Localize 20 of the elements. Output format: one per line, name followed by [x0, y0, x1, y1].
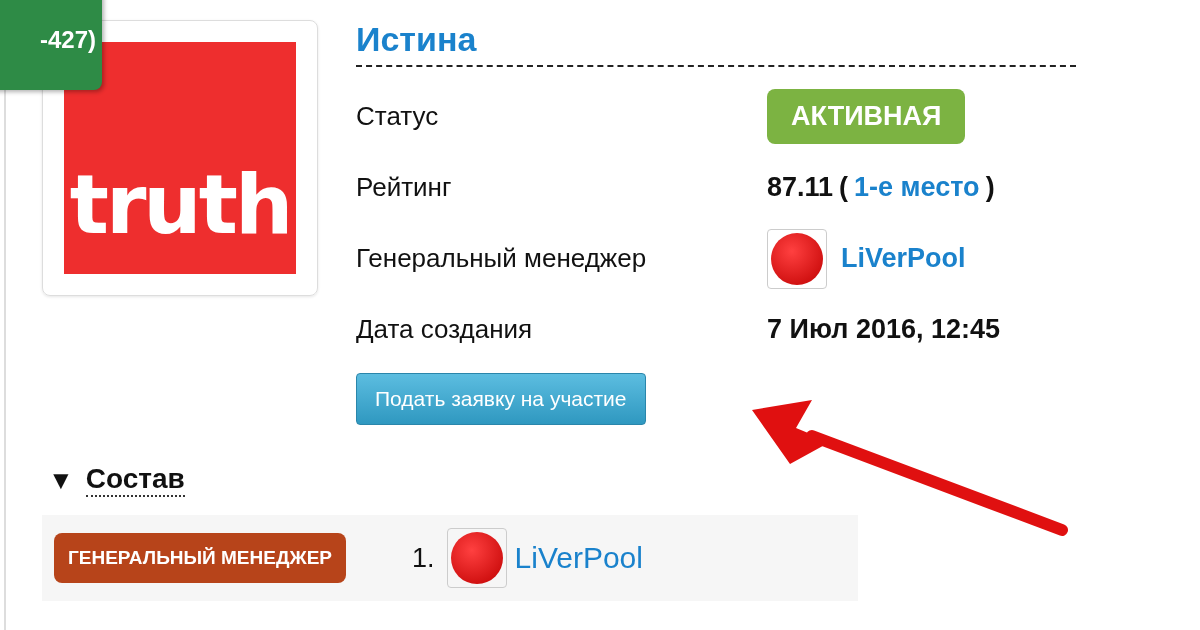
avatar-icon	[446, 528, 507, 588]
apply-button[interactable]: Подать заявку на участие	[356, 373, 646, 425]
status-badge: АКТИВНАЯ	[767, 89, 966, 144]
user-link[interactable]: LiVerPool	[841, 243, 966, 274]
place-link[interactable]: 1-е место	[854, 172, 980, 203]
detail-label: Статус	[356, 100, 440, 133]
paren: (	[839, 172, 849, 203]
detail-value: 7 Июл 2016, 12:45	[767, 314, 1001, 345]
member-number: 1.	[412, 542, 435, 574]
avatar-icon	[767, 228, 827, 289]
section-title[interactable]: Состав	[85, 463, 185, 497]
detail-label: Рейтинг	[356, 171, 453, 204]
rating-value: 87.11	[767, 172, 834, 203]
detail-label: Дата создания	[356, 313, 534, 346]
role-badge: ГЕНЕРАЛЬНЫЙ МЕНЕДЖЕР	[54, 533, 346, 583]
paren: )	[985, 172, 995, 203]
detail-label: Генеральный менеджер	[356, 242, 648, 275]
toggle-icon[interactable]: ▼	[48, 464, 74, 496]
user-link[interactable]: LiVerPool	[514, 541, 643, 575]
team-title[interactable]: Истина	[356, 20, 1076, 67]
